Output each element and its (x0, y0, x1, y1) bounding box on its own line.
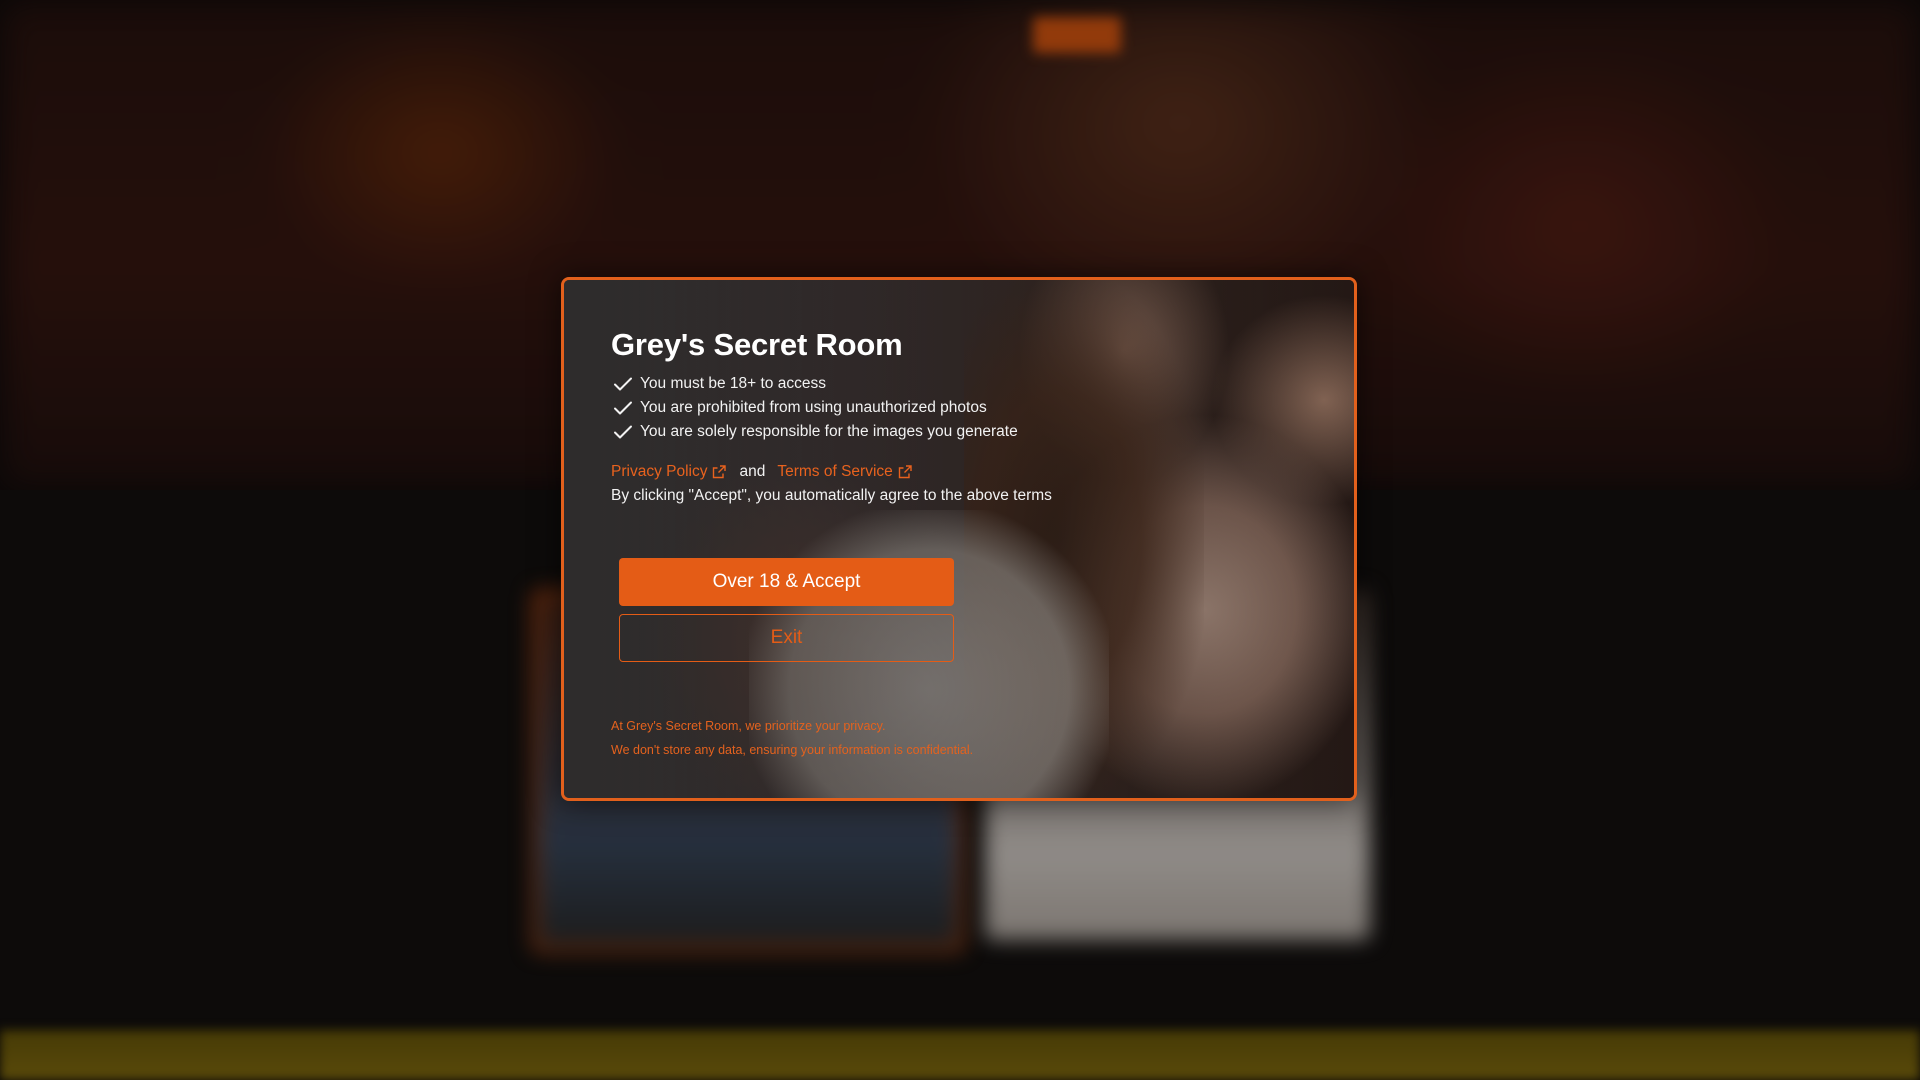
age-verification-modal: Grey's Secret Room You must be 18+ to ac… (561, 277, 1357, 801)
external-link-icon (898, 465, 912, 479)
modal-title: Grey's Secret Room (611, 327, 903, 362)
exit-button[interactable]: Exit (619, 614, 954, 662)
terms-checklist: You must be 18+ to access You are prohib… (611, 372, 1211, 444)
privacy-policy-link[interactable]: Privacy Policy (611, 463, 727, 481)
check-icon (614, 401, 632, 415)
external-link-icon (713, 465, 727, 479)
privacy-note-line: At Grey's Secret Room, we prioritize you… (611, 719, 886, 733)
agreement-text: By clicking "Accept", you automatically … (611, 487, 1052, 504)
checklist-item: You are solely responsible for the image… (611, 420, 1211, 444)
policy-links-row: Privacy Policy and Terms of Service (611, 460, 1211, 484)
checklist-item-label: You are solely responsible for the image… (640, 423, 1018, 440)
privacy-policy-label: Privacy Policy (611, 463, 708, 480)
check-icon (614, 377, 632, 391)
privacy-note: At Grey's Secret Room, we prioritize you… (611, 714, 1211, 762)
check-icon (614, 425, 632, 439)
modal-content: Grey's Secret Room You must be 18+ to ac… (611, 326, 1211, 762)
terms-of-service-label: Terms of Service (777, 463, 893, 480)
privacy-note-line: We don't store any data, ensuring your i… (611, 743, 974, 757)
and-label: and (739, 463, 766, 480)
checklist-item-label: You must be 18+ to access (640, 375, 826, 392)
accept-button[interactable]: Over 18 & Accept (619, 558, 954, 606)
terms-of-service-link[interactable]: Terms of Service (777, 463, 912, 481)
checklist-item: You must be 18+ to access (611, 372, 1211, 396)
checklist-item: You are prohibited from using unauthoriz… (611, 396, 1211, 420)
checklist-item-label: You are prohibited from using unauthoriz… (640, 399, 987, 416)
